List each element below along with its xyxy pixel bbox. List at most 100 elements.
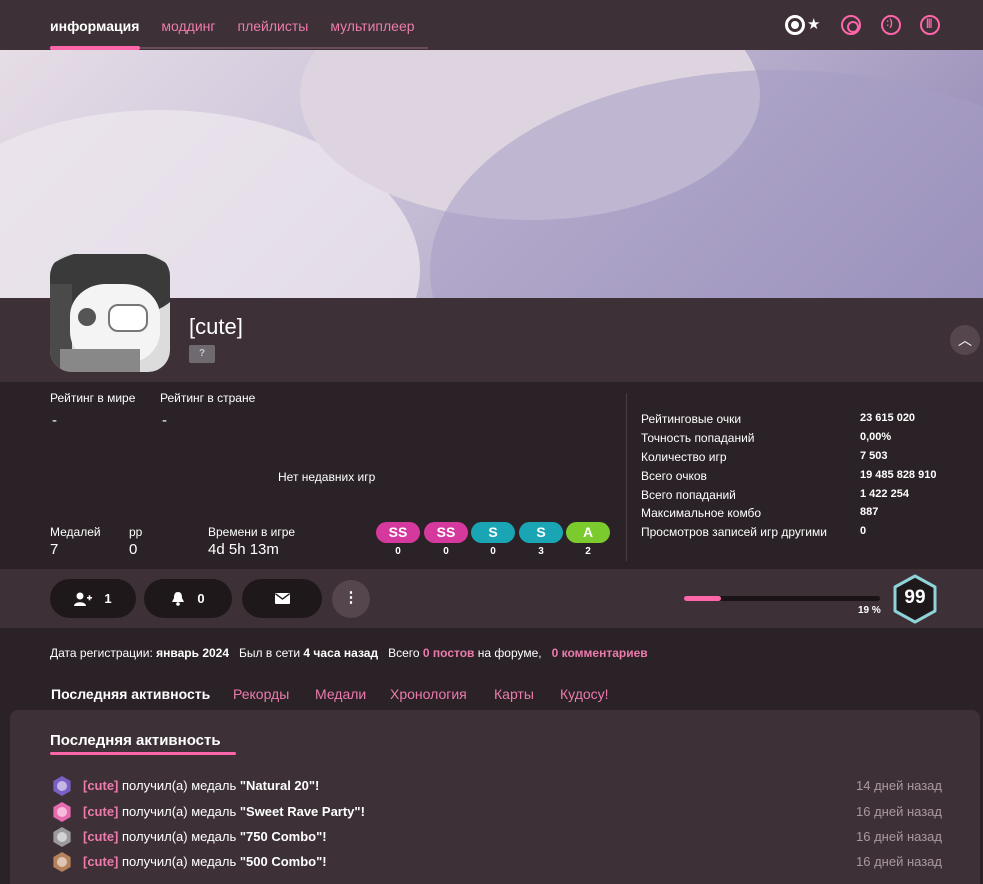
stat-row: Всего попаданий 1 422 254 [641,488,961,507]
tab-multiplayer[interactable]: мультиплеер [330,0,414,50]
subscribers-count: 0 [197,591,205,606]
comments-link[interactable]: 0 комментариев [552,646,648,660]
playtime-label: Времени в игре [208,525,296,539]
taiko-icon[interactable] [841,15,861,35]
medal-name: "Natural 20"! [239,778,320,793]
username: [cute] [189,314,243,339]
user-link[interactable]: [cute] [83,854,118,869]
grade-sh-badge: S [471,522,515,543]
stat-value: 19 485 828 910 [860,469,937,481]
medal-name: "Sweet Rave Party"! [239,804,365,819]
tab-kudosu[interactable]: Кудосу! [560,686,609,702]
add-friend-icon [74,592,93,606]
online-label: Был в сети [239,646,301,660]
tab-playlists[interactable]: плейлисты [238,0,309,50]
online-value: 4 часа назад [303,646,379,660]
list-item: [cute] получил(а) медаль "Natural 20"! 1… [52,775,942,797]
tab-top-ranks[interactable]: Рекорды [233,686,289,702]
stat-value: 0 [860,525,867,537]
tab-modding[interactable]: моддинг [161,0,215,50]
list-item: [cute] получил(а) медаль "750 Combo"! 16… [52,826,942,848]
total-label: Всего [388,646,420,660]
medal-name: "750 Combo"! [239,829,327,844]
stat-label: Рейтинговые очки [641,412,742,426]
pp-label: pp [129,525,143,539]
playtime-value: 4d 5h 13m [208,541,279,558]
message-button[interactable] [242,579,322,618]
user-link[interactable]: [cute] [83,804,118,819]
level-progress-label: 19 % [858,605,881,616]
activity-time: 16 дней назад [856,804,942,819]
tab-medals[interactable]: Медали [315,686,366,702]
stat-row: Просмотров записей игр другими 0 [641,525,961,544]
osu-icon[interactable] [785,15,805,35]
fruits-icon[interactable] [881,15,901,35]
stat-row: Рейтинговые очки 23 615 020 [641,412,961,431]
activity-title-underline [50,752,236,755]
activity-text: [cute] получил(а) медаль "Sweet Rave Par… [83,804,365,819]
grade-ss-count: 0 [443,546,449,557]
stat-row: Максимальное комбо 887 [641,506,961,525]
stat-row: Всего очков 19 485 828 910 [641,469,961,488]
posts-link[interactable]: 0 постов [423,646,475,660]
avatar-eyepatch [108,304,148,332]
join-info: Дата регистрации: январь 2024 Был в сети… [50,646,648,660]
avatar[interactable] [50,254,170,372]
grade-s-count: 3 [538,546,544,557]
bell-icon [172,592,185,606]
tab-beatmaps[interactable]: Карты [494,686,534,702]
stats-divider [626,393,627,561]
reg-value: январь 2024 [156,646,230,660]
profile-tabs: информация моддинг плейлисты мультиплеер [50,0,415,50]
stat-label: Всего очков [641,469,707,483]
subscribe-button[interactable]: 0 [144,579,232,618]
no-recent-plays: Нет недавних игр [278,470,376,484]
medal-name: "500 Combo"! [239,854,327,869]
activity-text: [cute] получил(а) медаль "750 Combo"! [83,829,327,844]
stat-label: Точность попаданий [641,431,755,445]
collapse-button[interactable]: ︿ [950,325,980,355]
user-link[interactable]: [cute] [83,778,118,793]
stat-label: Максимальное комбо [641,506,762,520]
stat-row: Количество игр 7 503 [641,450,961,469]
tab-info[interactable]: информация [50,0,139,50]
country-rank-value: - [162,412,167,429]
grade-sh-count: 0 [490,546,496,557]
stat-value: 887 [860,506,879,518]
avatar-eye [78,308,96,326]
level-value: 99 [904,587,926,608]
list-item: [cute] получил(а) медаль "500 Combo"! 16… [52,851,942,873]
friends-count: 1 [104,591,112,606]
grade-ssh-badge: SS [376,522,420,543]
user-link[interactable]: [cute] [83,829,118,844]
stat-value: 23 615 020 [860,412,916,424]
global-rank-label: Рейтинг в мире [50,391,136,405]
more-options-button[interactable]: ⋮ [332,580,370,618]
mania-icon[interactable] [920,15,940,35]
star-icon: ★ [807,16,821,33]
unknown-badge[interactable]: ? [189,345,215,363]
reg-label: Дата регистрации: [50,646,153,660]
tab-recent-activity[interactable]: Последняя активность [51,686,210,702]
stat-value: 1 422 254 [860,488,909,500]
activity-time: 16 дней назад [856,854,942,869]
add-friend-button[interactable]: 1 [50,579,136,618]
grade-a-badge: A [566,522,610,543]
pp-value: 0 [129,541,138,558]
grade-a-count: 2 [585,546,591,557]
grade-s-badge: S [519,522,563,543]
medal-icon [53,802,71,822]
medal-icon [53,827,71,847]
medals-label: Медалей [50,525,101,539]
activity-time: 14 дней назад [856,778,942,793]
activity-text: [cute] получил(а) медаль "Natural 20"! [83,778,319,793]
activity-title: Последняя активность [50,732,221,749]
medals-value: 7 [50,541,59,558]
grade-ss-badge: SS [424,522,468,543]
stat-value: 0,00% [860,431,892,443]
chevron-up-icon: ︿ [958,332,972,348]
stat-label: Просмотров записей игр другими [641,525,827,539]
activity-time: 16 дней назад [856,829,942,844]
top-nav: информация моддинг плейлисты мультиплеер… [0,0,983,50]
tab-historical[interactable]: Хронология [390,686,467,702]
